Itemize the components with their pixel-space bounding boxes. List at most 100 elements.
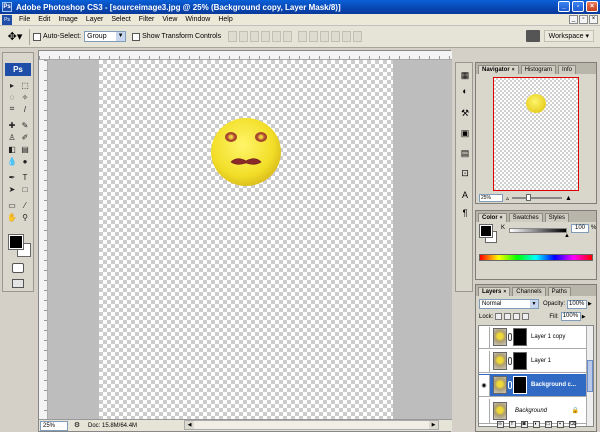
navigator-zoom-field[interactable]: 25% (479, 194, 503, 202)
scroll-right-icon[interactable]: ▶ (429, 421, 438, 429)
color-spectrum-ramp[interactable] (479, 254, 593, 261)
gradient-tool-icon[interactable]: ▤ (19, 144, 31, 154)
new-layer-icon[interactable]: ▪ (556, 421, 564, 428)
auto-select-checkbox[interactable] (33, 32, 41, 41)
menu-edit[interactable]: Edit (34, 16, 54, 23)
workspace-button[interactable]: Workspace ▾ (543, 30, 594, 42)
path-selection-icon[interactable]: ➤ (6, 184, 18, 194)
close-button[interactable]: × (586, 1, 598, 12)
actions-icon[interactable]: ▤ (459, 147, 471, 159)
link-icon[interactable] (508, 333, 512, 341)
blur-tool-icon[interactable]: 💧 (6, 156, 18, 166)
clone-stamp-icon[interactable]: ♙ (6, 132, 18, 142)
opacity-field[interactable]: 100% (567, 299, 588, 309)
doc-minimize-button[interactable]: _ (569, 15, 578, 24)
lasso-tool-icon[interactable]: ◌ (6, 92, 18, 102)
clone-source-icon[interactable]: ⊡ (459, 167, 471, 179)
menu-filter[interactable]: Filter (135, 16, 159, 23)
visibility-toggle[interactable] (479, 398, 490, 423)
canvas[interactable] (99, 60, 393, 421)
tab-channels[interactable]: Channels (512, 287, 546, 296)
link-icon[interactable] (508, 357, 512, 365)
layer-mask-thumbnail[interactable] (513, 376, 527, 394)
slice-tool-icon[interactable]: / (19, 104, 31, 114)
notes-tool-icon[interactable]: ▭ (6, 200, 18, 210)
scroll-thumb[interactable] (587, 360, 593, 392)
layer-row[interactable]: Layer 1 copy (479, 326, 587, 349)
slider-triangle-icon[interactable]: ▲ (564, 233, 570, 239)
fill-field[interactable]: 100% (560, 312, 581, 321)
align-left-icon[interactable] (261, 31, 271, 42)
layers-scrollbar[interactable] (586, 326, 593, 426)
layer-row-selected[interactable]: ◉ Background c... (479, 374, 587, 397)
distribute-vcenter-icon[interactable] (309, 31, 319, 42)
eyedropper-icon[interactable]: ⁄ (19, 200, 31, 210)
link-layers-icon[interactable]: ∞ (496, 421, 504, 428)
shape-tool-icon[interactable]: □ (19, 184, 31, 194)
history-icon[interactable]: ▣ (459, 127, 471, 139)
distribute-left-icon[interactable] (331, 31, 341, 42)
auto-select-checkbox-label[interactable]: Auto-Select: (33, 32, 81, 41)
lock-position-icon[interactable] (513, 313, 521, 320)
tab-layers[interactable]: Layers × (478, 287, 511, 296)
scroll-left-icon[interactable]: ◀ (185, 421, 194, 429)
navigator-preview[interactable] (493, 77, 579, 191)
layer-style-icon[interactable]: f (508, 421, 516, 428)
eraser-tool-icon[interactable]: ◧ (6, 144, 18, 154)
lock-transparency-icon[interactable] (495, 313, 503, 320)
add-mask-icon[interactable]: ◙ (520, 421, 528, 428)
pen-tool-icon[interactable]: ✒ (6, 172, 18, 182)
menu-view[interactable]: View (158, 16, 181, 23)
tab-color[interactable]: Color × (478, 213, 507, 222)
opacity-arrow-icon[interactable]: ▶ (588, 301, 592, 307)
lock-all-icon[interactable] (522, 313, 530, 320)
foreground-color-swatch[interactable] (8, 234, 24, 250)
tab-paths[interactable]: Paths (547, 287, 571, 296)
new-group-icon[interactable]: ▭ (544, 421, 552, 428)
auto-select-dropdown[interactable]: Group ▼ (84, 31, 127, 42)
magic-wand-icon[interactable]: ✧ (19, 92, 31, 102)
zoom-in-icon[interactable]: ▲ (565, 195, 572, 202)
visibility-toggle[interactable] (479, 350, 490, 372)
k-value-field[interactable]: 100 (571, 224, 589, 233)
menu-image[interactable]: Image (54, 16, 81, 23)
show-transform-checkbox[interactable] (132, 32, 141, 41)
document-icon[interactable]: Ps (2, 14, 12, 25)
tab-styles[interactable]: Styles (544, 213, 569, 222)
doc-close-button[interactable]: × (589, 15, 598, 24)
layer-name[interactable]: Layer 1 (531, 358, 551, 364)
zoom-tool-icon[interactable]: ⚲ (19, 212, 31, 222)
horizontal-scrollbar[interactable]: ◀ ▶ (184, 420, 439, 430)
hand-tool-icon[interactable]: ✋ (6, 212, 18, 222)
menu-layer[interactable]: Layer (82, 16, 108, 23)
align-top-icon[interactable] (228, 31, 238, 42)
menu-select[interactable]: Select (107, 16, 134, 23)
menu-file[interactable]: File (15, 16, 34, 23)
move-tool-preset-icon[interactable]: ✥▾ (4, 29, 26, 45)
layer-row[interactable]: Layer 1 (479, 350, 587, 373)
tab-navigator[interactable]: Navigator × (478, 65, 519, 74)
pasteboard[interactable] (48, 60, 452, 421)
align-right-icon[interactable] (283, 31, 293, 42)
slider-knob[interactable] (526, 194, 532, 201)
color-foreground-swatch[interactable] (479, 224, 493, 238)
paragraph-icon[interactable]: ¶ (459, 207, 471, 219)
quick-mask-icon[interactable] (12, 263, 24, 273)
layer-name[interactable]: Background c... (531, 382, 576, 388)
close-icon[interactable]: × (512, 67, 515, 73)
dodge-tool-icon[interactable]: ● (19, 156, 31, 166)
lock-pixels-icon[interactable] (504, 313, 512, 320)
blend-mode-dropdown[interactable]: Normal ▼ (479, 299, 539, 309)
eye-icon[interactable]: ◉ (479, 374, 490, 396)
layer-name[interactable]: Layer 1 copy (531, 334, 565, 340)
tab-info[interactable]: Info (557, 65, 576, 74)
history-brush-icon[interactable]: ✐ (19, 132, 31, 142)
status-info-icon[interactable]: ⚙ (72, 421, 82, 430)
doc-restore-button[interactable]: ▫ (579, 15, 588, 24)
layer-mask-thumbnail[interactable] (513, 352, 527, 370)
navigator-zoom-slider[interactable] (512, 194, 563, 201)
menu-window[interactable]: Window (181, 16, 214, 23)
distribute-top-icon[interactable] (298, 31, 308, 42)
bridge-icon[interactable] (525, 30, 540, 42)
screen-mode-icon[interactable] (12, 279, 24, 288)
